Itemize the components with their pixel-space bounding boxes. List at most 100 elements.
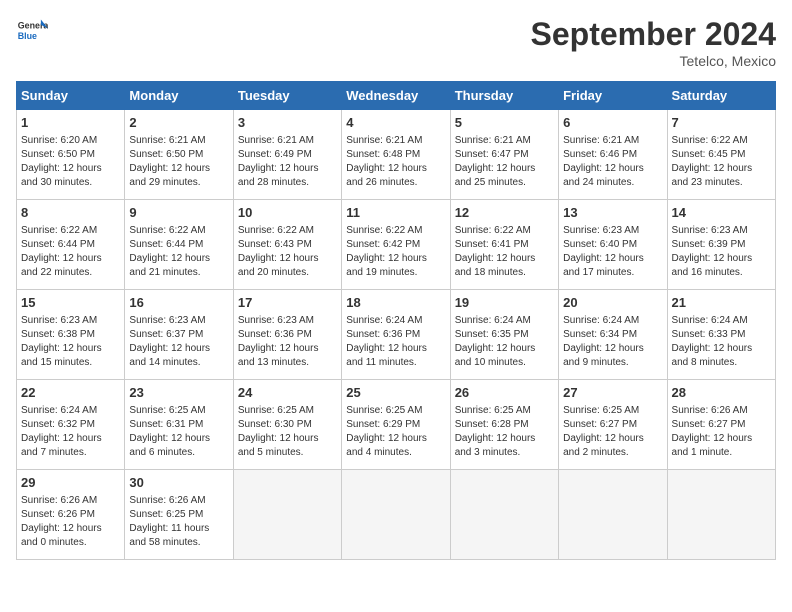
day-number: 27 xyxy=(563,384,662,402)
day-info: Sunrise: 6:21 AM Sunset: 6:50 PM Dayligh… xyxy=(129,134,228,190)
calendar-cell: 19 Sunrise: 6:24 AM Sunset: 6:35 PM Dayli… xyxy=(450,290,558,380)
calendar-cell: 14 Sunrise: 6:23 AM Sunset: 6:39 PM Dayli… xyxy=(667,200,775,290)
day-number: 30 xyxy=(129,474,228,492)
calendar-cell: 5Sunrise: 6:21 AM Sunset: 6:47 PM Daylig… xyxy=(450,110,558,200)
day-number: 11 xyxy=(346,204,445,222)
day-number: 13 xyxy=(563,204,662,222)
day-info: Sunrise: 6:23 AM Sunset: 6:36 PM Dayligh… xyxy=(238,314,337,370)
day-number: 8 xyxy=(21,204,120,222)
day-number: 12 xyxy=(455,204,554,222)
calendar-cell: 15 Sunrise: 6:23 AM Sunset: 6:38 PM Dayli… xyxy=(17,290,125,380)
day-info: Sunrise: 6:23 AM Sunset: 6:38 PM Dayligh… xyxy=(21,314,120,370)
day-info: Sunrise: 6:25 AM Sunset: 6:29 PM Dayligh… xyxy=(346,404,445,460)
day-info: Sunrise: 6:23 AM Sunset: 6:39 PM Dayligh… xyxy=(672,224,771,280)
calendar-cell: 13 Sunrise: 6:23 AM Sunset: 6:40 PM Dayli… xyxy=(559,200,667,290)
day-number: 3 xyxy=(238,114,337,132)
day-number: 22 xyxy=(21,384,120,402)
day-number: 6 xyxy=(563,114,662,132)
calendar-cell: 12 Sunrise: 6:22 AM Sunset: 6:41 PM Dayli… xyxy=(450,200,558,290)
day-info: Sunrise: 6:22 AM Sunset: 6:43 PM Dayligh… xyxy=(238,224,337,280)
calendar-cell: 20 Sunrise: 6:24 AM Sunset: 6:34 PM Dayli… xyxy=(559,290,667,380)
title-block: September 2024 Tetelco, Mexico xyxy=(531,16,776,69)
day-info: Sunrise: 6:24 AM Sunset: 6:32 PM Dayligh… xyxy=(21,404,120,460)
col-header-friday: Friday xyxy=(559,82,667,110)
calendar-week-4: 22 Sunrise: 6:24 AM Sunset: 6:32 PM Dayli… xyxy=(17,380,776,470)
day-info: Sunrise: 6:21 AM Sunset: 6:46 PM Dayligh… xyxy=(563,134,662,190)
calendar-cell xyxy=(559,470,667,560)
day-number: 23 xyxy=(129,384,228,402)
calendar-cell: 11 Sunrise: 6:22 AM Sunset: 6:42 PM Dayli… xyxy=(342,200,450,290)
calendar-cell: 18 Sunrise: 6:24 AM Sunset: 6:36 PM Dayli… xyxy=(342,290,450,380)
day-info: Sunrise: 6:21 AM Sunset: 6:47 PM Dayligh… xyxy=(455,134,554,190)
calendar-cell: 25 Sunrise: 6:25 AM Sunset: 6:29 PM Dayli… xyxy=(342,380,450,470)
day-info: Sunrise: 6:26 AM Sunset: 6:25 PM Dayligh… xyxy=(129,494,228,550)
day-info: Sunrise: 6:22 AM Sunset: 6:44 PM Dayligh… xyxy=(129,224,228,280)
day-info: Sunrise: 6:23 AM Sunset: 6:37 PM Dayligh… xyxy=(129,314,228,370)
calendar-cell: 6 Sunrise: 6:21 AM Sunset: 6:46 PM Daylig… xyxy=(559,110,667,200)
calendar-cell: 1Sunrise: 6:20 AM Sunset: 6:50 PM Daylig… xyxy=(17,110,125,200)
calendar-cell: 28 Sunrise: 6:26 AM Sunset: 6:27 PM Dayli… xyxy=(667,380,775,470)
calendar-cell: 23 Sunrise: 6:25 AM Sunset: 6:31 PM Dayli… xyxy=(125,380,233,470)
day-info: Sunrise: 6:24 AM Sunset: 6:34 PM Dayligh… xyxy=(563,314,662,370)
svg-text:Blue: Blue xyxy=(18,31,37,41)
calendar-week-2: 8 Sunrise: 6:22 AM Sunset: 6:44 PM Daylig… xyxy=(17,200,776,290)
day-number: 14 xyxy=(672,204,771,222)
day-number: 19 xyxy=(455,294,554,312)
col-header-monday: Monday xyxy=(125,82,233,110)
day-number: 4 xyxy=(346,114,445,132)
day-number: 10 xyxy=(238,204,337,222)
calendar-cell: 2 Sunrise: 6:21 AM Sunset: 6:50 PM Daylig… xyxy=(125,110,233,200)
day-number: 2 xyxy=(129,114,228,132)
day-number: 17 xyxy=(238,294,337,312)
calendar-cell: 8 Sunrise: 6:22 AM Sunset: 6:44 PM Daylig… xyxy=(17,200,125,290)
month-title: September 2024 xyxy=(531,16,776,53)
location: Tetelco, Mexico xyxy=(531,53,776,69)
day-info: Sunrise: 6:21 AM Sunset: 6:49 PM Dayligh… xyxy=(238,134,337,190)
calendar-cell: 17 Sunrise: 6:23 AM Sunset: 6:36 PM Dayli… xyxy=(233,290,341,380)
calendar-cell xyxy=(342,470,450,560)
calendar-cell xyxy=(233,470,341,560)
calendar-table: SundayMondayTuesdayWednesdayThursdayFrid… xyxy=(16,81,776,560)
day-number: 25 xyxy=(346,384,445,402)
calendar-week-5: 29 Sunrise: 6:26 AM Sunset: 6:26 PM Dayli… xyxy=(17,470,776,560)
calendar-cell: 22 Sunrise: 6:24 AM Sunset: 6:32 PM Dayli… xyxy=(17,380,125,470)
day-number: 16 xyxy=(129,294,228,312)
day-number: 29 xyxy=(21,474,120,492)
header-row: SundayMondayTuesdayWednesdayThursdayFrid… xyxy=(17,82,776,110)
day-number: 20 xyxy=(563,294,662,312)
calendar-cell: 7Sunrise: 6:22 AM Sunset: 6:45 PM Daylig… xyxy=(667,110,775,200)
calendar-cell xyxy=(450,470,558,560)
day-info: Sunrise: 6:24 AM Sunset: 6:36 PM Dayligh… xyxy=(346,314,445,370)
calendar-cell: 29 Sunrise: 6:26 AM Sunset: 6:26 PM Dayli… xyxy=(17,470,125,560)
calendar-cell: 26Sunrise: 6:25 AM Sunset: 6:28 PM Dayli… xyxy=(450,380,558,470)
day-number: 24 xyxy=(238,384,337,402)
day-info: Sunrise: 6:23 AM Sunset: 6:40 PM Dayligh… xyxy=(563,224,662,280)
calendar-cell xyxy=(667,470,775,560)
day-info: Sunrise: 6:25 AM Sunset: 6:30 PM Dayligh… xyxy=(238,404,337,460)
day-info: Sunrise: 6:26 AM Sunset: 6:27 PM Dayligh… xyxy=(672,404,771,460)
col-header-wednesday: Wednesday xyxy=(342,82,450,110)
col-header-thursday: Thursday xyxy=(450,82,558,110)
col-header-sunday: Sunday xyxy=(17,82,125,110)
day-number: 7 xyxy=(672,114,771,132)
day-number: 18 xyxy=(346,294,445,312)
day-number: 1 xyxy=(21,114,120,132)
day-info: Sunrise: 6:24 AM Sunset: 6:33 PM Dayligh… xyxy=(672,314,771,370)
calendar-week-1: 1Sunrise: 6:20 AM Sunset: 6:50 PM Daylig… xyxy=(17,110,776,200)
day-number: 28 xyxy=(672,384,771,402)
day-info: Sunrise: 6:25 AM Sunset: 6:31 PM Dayligh… xyxy=(129,404,228,460)
calendar-cell: 30 Sunrise: 6:26 AM Sunset: 6:25 PM Dayli… xyxy=(125,470,233,560)
day-info: Sunrise: 6:24 AM Sunset: 6:35 PM Dayligh… xyxy=(455,314,554,370)
day-info: Sunrise: 6:22 AM Sunset: 6:44 PM Dayligh… xyxy=(21,224,120,280)
calendar-cell: 24 Sunrise: 6:25 AM Sunset: 6:30 PM Dayli… xyxy=(233,380,341,470)
day-info: Sunrise: 6:26 AM Sunset: 6:26 PM Dayligh… xyxy=(21,494,120,550)
col-header-saturday: Saturday xyxy=(667,82,775,110)
day-info: Sunrise: 6:22 AM Sunset: 6:41 PM Dayligh… xyxy=(455,224,554,280)
logo-icon: General Blue xyxy=(16,16,48,48)
day-info: Sunrise: 6:22 AM Sunset: 6:42 PM Dayligh… xyxy=(346,224,445,280)
col-header-tuesday: Tuesday xyxy=(233,82,341,110)
calendar-cell: 10 Sunrise: 6:22 AM Sunset: 6:43 PM Dayli… xyxy=(233,200,341,290)
calendar-cell: 4Sunrise: 6:21 AM Sunset: 6:48 PM Daylig… xyxy=(342,110,450,200)
day-number: 15 xyxy=(21,294,120,312)
logo: General Blue xyxy=(16,16,48,48)
